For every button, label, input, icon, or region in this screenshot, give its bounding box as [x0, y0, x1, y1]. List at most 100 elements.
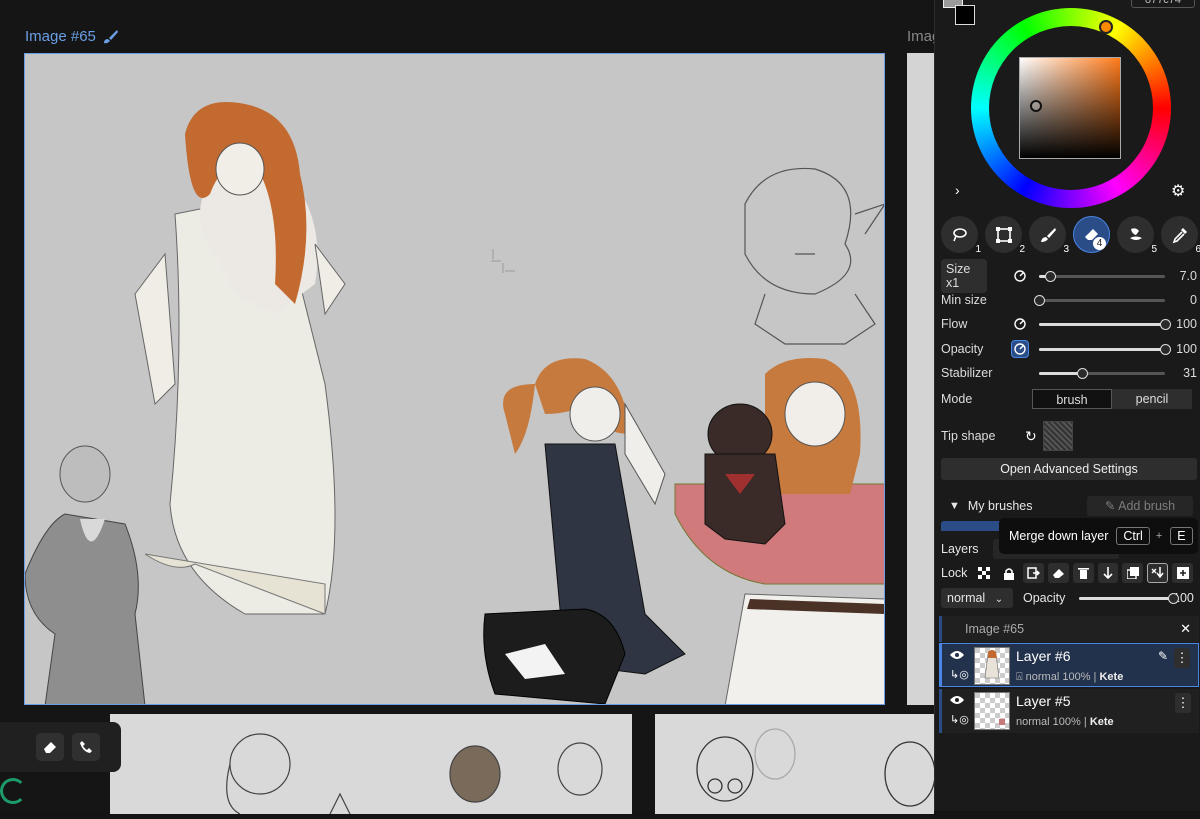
tool-brush[interactable]: 3 — [1029, 216, 1069, 255]
layer-menu-button[interactable]: ⋮ — [1174, 648, 1190, 668]
loading-spinner-icon — [0, 778, 26, 804]
tool-bar: 1 2 3 4 5 6 — [941, 216, 1200, 255]
move-layer-button[interactable] — [1022, 563, 1044, 583]
tool-transform[interactable]: 2 — [985, 216, 1025, 255]
layer-opacity-slider-knob[interactable] — [1168, 592, 1179, 604]
size-row: Size x1 7.0 — [941, 259, 1197, 293]
person-icon: ⍓ — [1016, 671, 1026, 683]
stabilizer-row: Stabilizer 31 — [941, 362, 1197, 384]
eraser-shortcut-button[interactable] — [36, 733, 64, 761]
stabilizer-slider[interactable] — [1039, 367, 1165, 379]
transform-icon — [995, 226, 1012, 243]
tool-lasso[interactable]: 1 — [941, 216, 981, 255]
layer-name[interactable]: Layer #5 — [1016, 693, 1070, 709]
layer-opacity-slider[interactable] — [1079, 592, 1179, 604]
tip-shape-preview[interactable] — [1042, 421, 1073, 451]
adjacent-canvas[interactable] — [907, 53, 934, 705]
tooltip-plus: + — [1155, 530, 1163, 542]
eye-icon[interactable] — [950, 693, 964, 708]
refresh-icon[interactable]: ↻ — [1025, 428, 1037, 445]
pressure-size-toggle[interactable] — [1011, 267, 1029, 285]
stabilizer-label: Stabilizer — [941, 366, 993, 380]
open-advanced-settings-button[interactable]: Open Advanced Settings — [941, 458, 1197, 480]
tool-smudge[interactable]: 5 — [1117, 216, 1157, 255]
layer-item-6[interactable]: ↳◎ Layer #6 ⍓ normal 100% | Kete ✎ ⋮ — [939, 643, 1199, 687]
expand-chevron-icon[interactable]: › — [955, 182, 960, 198]
pressure-opacity-toggle[interactable] — [1011, 340, 1029, 358]
layer-list: Image #65 ✕ ↳◎ Layer #6 ⍓ normal 100% | … — [939, 616, 1199, 736]
lock-alpha-button[interactable] — [973, 563, 994, 583]
saturation-value-square[interactable] — [1019, 57, 1121, 159]
blend-mode-value: normal — [947, 591, 986, 605]
tool-eyedropper[interactable]: 6 — [1161, 216, 1200, 255]
flow-slider[interactable] — [1039, 318, 1171, 330]
layer-name[interactable]: Layer #6 — [1016, 648, 1070, 664]
arrow-down-icon — [1103, 567, 1113, 579]
smudge-icon — [1129, 227, 1142, 240]
layers-label: Layers — [941, 542, 979, 556]
my-brushes-label: My brushes — [967, 499, 1033, 513]
background-color-swatch[interactable] — [955, 5, 975, 25]
my-brushes-header[interactable]: ▼ My brushes ✎ Add brush — [941, 495, 1197, 517]
mode-pencil-option[interactable]: pencil — [1112, 389, 1192, 409]
min-size-slider[interactable] — [1034, 294, 1165, 306]
trash-icon — [1077, 568, 1089, 579]
mode-toggle: brush pencil — [1032, 389, 1192, 409]
merge-down-layer-button[interactable] — [1147, 563, 1169, 583]
workspace: Image #65 Imag — [0, 0, 940, 815]
figure-girl-with-bag — [483, 358, 686, 704]
phone-button[interactable] — [72, 733, 100, 761]
size-multiplier-button[interactable]: Size x1 — [941, 259, 987, 293]
opacity-slider-knob[interactable] — [1160, 343, 1171, 355]
color-picker-cursor[interactable] — [1030, 100, 1042, 112]
tool-number: 2 — [1019, 244, 1025, 255]
tool-number: 1 — [975, 244, 981, 255]
merge-down-icon — [1151, 567, 1164, 579]
hex-color-input[interactable]: 877c74 — [1131, 0, 1195, 8]
close-icon[interactable]: ✕ — [1180, 616, 1191, 642]
lock-layer-button[interactable] — [998, 563, 1019, 583]
flow-row: Flow 100 — [941, 313, 1197, 335]
add-layer-button[interactable] — [1172, 563, 1194, 583]
drawing-canvas[interactable] — [24, 53, 885, 705]
sketch-thumbnails — [226, 733, 603, 815]
bottom-canvas-right[interactable] — [655, 714, 936, 814]
mode-brush-option[interactable]: brush — [1032, 389, 1112, 409]
tool-eraser[interactable]: 4 — [1073, 216, 1110, 253]
hue-cursor[interactable] — [1099, 20, 1113, 34]
tool-number: 6 — [1195, 244, 1200, 255]
brush-slot[interactable] — [941, 521, 1005, 531]
clipping-icon[interactable]: ↳◎ — [950, 713, 969, 726]
min-size-slider-knob[interactable] — [1034, 294, 1045, 306]
duplicate-layer-button[interactable] — [1122, 563, 1144, 583]
flow-slider-knob[interactable] — [1160, 318, 1171, 330]
stabilizer-slider-knob[interactable] — [1076, 367, 1088, 379]
layer-group-header[interactable]: Image #65 ✕ — [939, 616, 1199, 642]
layer-menu-button[interactable]: ⋮ — [1175, 693, 1191, 713]
size-slider-knob[interactable] — [1045, 270, 1057, 282]
tooltip-key-ctrl: Ctrl — [1116, 527, 1150, 545]
canvas-title[interactable]: Image #65 — [25, 28, 119, 45]
layer-opacity-label: Opacity — [1023, 591, 1066, 605]
layer-mode: normal 100% — [1025, 671, 1091, 683]
size-value: 7.0 — [1179, 269, 1197, 283]
add-brush-button[interactable]: ✎ Add brush — [1087, 496, 1193, 516]
brush-icon — [103, 29, 118, 43]
opacity-slider[interactable] — [1039, 343, 1171, 355]
move-down-button[interactable] — [1097, 563, 1119, 583]
clear-layer-button[interactable] — [1047, 563, 1069, 583]
bottom-canvas-left[interactable] — [110, 714, 632, 815]
figure-grey-gown — [25, 445, 146, 704]
layer-item-5[interactable]: ↳◎ Layer #5 normal 100% | Kete ⋮ — [939, 689, 1199, 733]
pressure-flow-toggle[interactable] — [1011, 315, 1029, 333]
blend-mode-select[interactable]: normal ⌄ — [941, 588, 1013, 608]
clipping-icon[interactable]: ↳◎ — [950, 668, 969, 681]
figure-gown — [134, 102, 346, 615]
add-layer-icon — [1176, 567, 1189, 579]
layer-thumbnail — [974, 647, 1010, 685]
brush-icon — [1040, 227, 1056, 242]
gear-icon[interactable]: ⚙ — [1171, 181, 1185, 201]
size-slider[interactable] — [1039, 270, 1165, 282]
delete-layer-button[interactable] — [1072, 563, 1094, 583]
eye-icon[interactable] — [950, 648, 964, 663]
